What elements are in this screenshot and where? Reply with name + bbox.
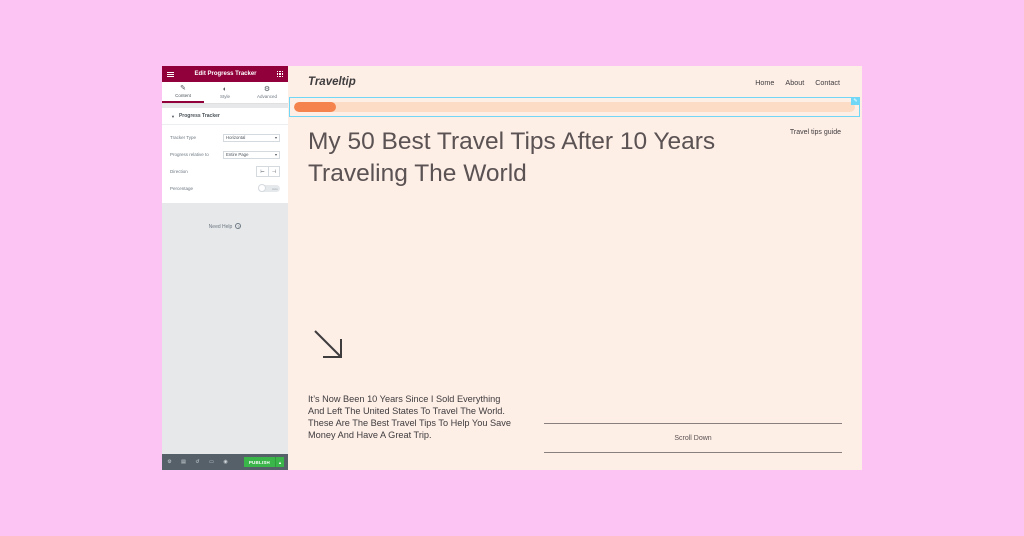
site-logo[interactable]: Traveltip — [308, 76, 356, 88]
editor-header: Edit Progress Tracker — [162, 66, 288, 82]
hero-title: My 50 Best Travel Tips After 10 Years Tr… — [308, 128, 716, 187]
help-icon: ? — [235, 223, 242, 229]
percentage-label: Percentage — [170, 186, 194, 191]
chevron-down-icon: ▾ — [274, 152, 277, 157]
progress-fill — [294, 102, 337, 112]
progress-relative-select[interactable]: Entire Page ▾ — [223, 150, 280, 159]
scroll-down-label: Scroll Down — [674, 434, 712, 442]
contrast-icon: ◐ — [222, 86, 228, 93]
control-tracker-type: Tracker Type Horizontal ▾ — [170, 129, 280, 146]
percentage-toggle[interactable]: Hide — [258, 184, 280, 192]
progress-track — [294, 102, 855, 112]
hero-description: It’s Now Been 10 Years Since I Sold Ever… — [308, 394, 511, 440]
preview-eye-icon[interactable]: ◉ — [222, 459, 229, 465]
tab-advanced-label: Advanced — [256, 94, 277, 99]
direction-left-icon[interactable]: ⊢ — [257, 167, 268, 176]
caret-down-icon: ▼ — [171, 113, 175, 119]
gear-icon: ⚙ — [263, 86, 271, 93]
nav-about[interactable]: About — [785, 78, 804, 87]
editor-title: Edit Progress Tracker — [194, 71, 257, 77]
control-percentage: Percentage Hide — [170, 180, 280, 197]
tab-style[interactable]: ◐ Style — [204, 82, 246, 103]
direction-label: Direction — [170, 169, 188, 174]
section-progress-tracker[interactable]: ▼ Progress Tracker — [162, 108, 288, 125]
responsive-icon[interactable]: ▭ — [208, 459, 215, 465]
percentage-toggle-text: Hide — [271, 186, 278, 191]
need-help-link[interactable]: Need Help? — [162, 223, 288, 230]
toggle-knob — [258, 184, 266, 192]
editor-panel: Edit Progress Tracker ✎ Content ◐ Style … — [162, 66, 288, 470]
publish-options-icon[interactable]: ▲ — [275, 457, 284, 467]
tab-style-label: Style — [219, 94, 230, 99]
publish-button[interactable]: PUBLISH — [243, 457, 275, 467]
section-title: Progress Tracker — [178, 113, 220, 119]
control-progress-relative: Progress relative to Entire Page ▾ — [170, 146, 280, 163]
progress-tracker-widget[interactable]: ✎ — [289, 97, 860, 117]
tab-content[interactable]: ✎ Content — [162, 82, 204, 103]
direction-buttons: ⊢ ⊣ — [256, 166, 280, 177]
tab-content-label: Content — [175, 93, 191, 98]
editor-controls: Tracker Type Horizontal ▾ Progress relat… — [162, 125, 288, 203]
direction-right-icon[interactable]: ⊣ — [268, 167, 279, 176]
need-help-label: Need Help — [208, 224, 233, 230]
nav-contact[interactable]: Contact — [815, 78, 840, 87]
tracker-type-label: Tracker Type — [170, 135, 197, 140]
site-preview: Traveltip Home About Contact ✎ My 50 Bes… — [288, 66, 862, 470]
publish-group: PUBLISH ▲ — [243, 457, 284, 467]
history-icon[interactable]: ↺ — [194, 459, 201, 465]
settings-icon[interactable]: ⚙ — [166, 459, 173, 465]
progress-relative-value: Entire Page — [226, 152, 249, 157]
edit-widget-icon[interactable]: ✎ — [851, 97, 860, 105]
tracker-type-value: Horizontal — [226, 135, 246, 140]
site-nav: Home About Contact — [755, 78, 840, 87]
tracker-type-select[interactable]: Horizontal ▾ — [223, 133, 280, 142]
guide-label: Travel tips guide — [789, 129, 841, 136]
scroll-down-button[interactable]: Scroll Down — [544, 423, 842, 453]
hamburger-menu-icon[interactable] — [167, 71, 174, 77]
editor-tabs: ✎ Content ◐ Style ⚙ Advanced — [162, 82, 288, 104]
layers-icon[interactable]: ▤ — [180, 459, 187, 465]
progress-relative-label: Progress relative to — [170, 152, 209, 157]
tab-advanced[interactable]: ⚙ Advanced — [246, 82, 288, 103]
chevron-down-icon: ▾ — [274, 135, 277, 140]
nav-home[interactable]: Home — [755, 78, 774, 87]
editor-footer: ⚙ ▤ ↺ ▭ ◉ PUBLISH ▲ — [162, 454, 288, 470]
pencil-icon: ✎ — [180, 85, 186, 92]
arrow-down-right-icon — [314, 330, 342, 358]
control-direction: Direction ⊢ ⊣ — [170, 163, 280, 180]
widgets-grid-icon[interactable] — [277, 71, 283, 77]
